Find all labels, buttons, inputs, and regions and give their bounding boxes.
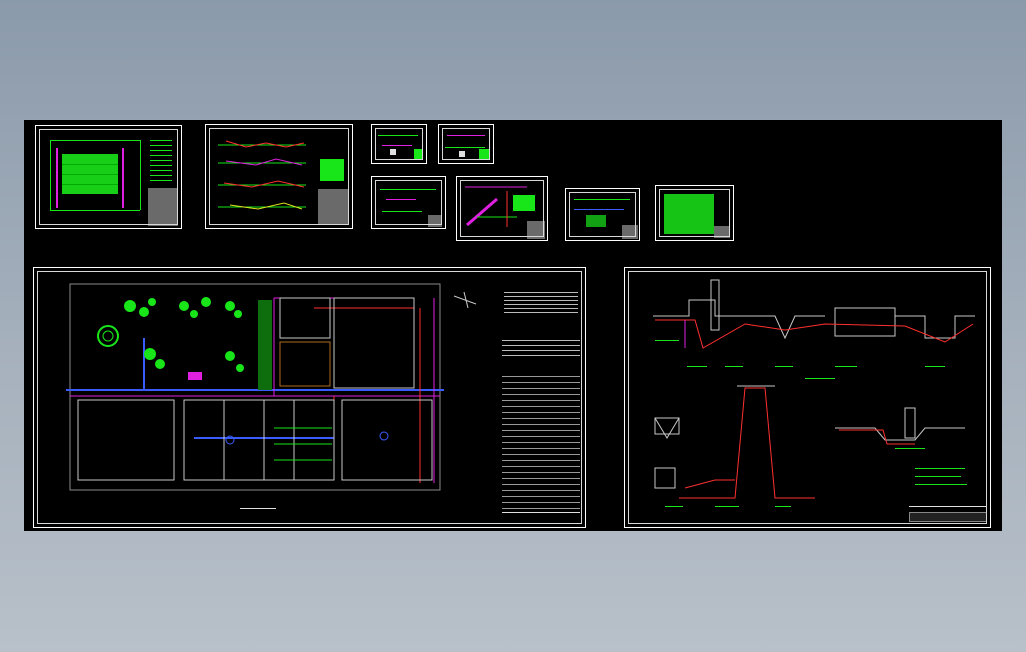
- grid-line: [62, 174, 118, 175]
- sheet-2-pipe-profiles[interactable]: [205, 124, 353, 229]
- detail-lines: [378, 135, 418, 136]
- legend-block: [320, 159, 344, 181]
- detail-lines: [574, 199, 630, 200]
- detail-lines: [445, 147, 485, 148]
- cad-model-space[interactable]: [24, 120, 1002, 531]
- small-table: [502, 340, 580, 360]
- green-hatch-area: [664, 194, 714, 234]
- sheet-7-detail[interactable]: [565, 188, 640, 241]
- outline: [140, 140, 141, 210]
- pipe-line: [574, 209, 624, 210]
- title-block: [502, 512, 580, 513]
- sheet-10-process-profile[interactable]: [624, 267, 991, 528]
- detail-block: [513, 195, 535, 211]
- detail-block: [479, 149, 489, 159]
- drawing-title-underline: [240, 508, 276, 509]
- green-hatch-area: [62, 154, 118, 194]
- title-block: [148, 188, 178, 226]
- sheet-9-general-plan[interactable]: [33, 267, 586, 528]
- detail-drawing: [465, 186, 527, 227]
- equipment: [390, 149, 396, 155]
- detail-block: [586, 215, 606, 227]
- equipment: [459, 151, 465, 157]
- equipment-table: [502, 376, 580, 512]
- sheet-8-detail[interactable]: [655, 185, 734, 241]
- title-block-bar: [909, 512, 987, 522]
- sheet-3-detail[interactable]: [371, 124, 427, 164]
- outline: [50, 140, 140, 141]
- pipe-line: [56, 148, 58, 208]
- site-plan-drawing: [66, 283, 477, 491]
- pipe-line: [122, 148, 124, 208]
- title-block: [318, 189, 348, 225]
- sheet-1-plan-small[interactable]: [35, 125, 182, 229]
- legend-block: [150, 140, 172, 184]
- title-block: [909, 506, 987, 507]
- title-block: [428, 215, 442, 227]
- title-block: [527, 221, 545, 239]
- process-profile-drawing: [653, 279, 975, 507]
- grid-line: [62, 184, 118, 185]
- detail-block: [414, 149, 422, 159]
- detail-lines: [380, 189, 436, 190]
- sheet-4-detail[interactable]: [438, 124, 494, 164]
- pipe-line: [382, 145, 412, 146]
- outline: [50, 210, 140, 211]
- sheet-5-detail[interactable]: [371, 176, 446, 229]
- pipe-line: [447, 135, 485, 136]
- detail-lines: [382, 211, 422, 212]
- sheet-6-detail[interactable]: [456, 176, 548, 241]
- notes-text-block: [504, 292, 578, 314]
- pipe-profile-drawing: [218, 140, 306, 210]
- title-block: [714, 226, 730, 238]
- pipe-line: [386, 199, 416, 200]
- title-block: [622, 225, 638, 239]
- grid-line: [62, 164, 118, 165]
- outline: [50, 140, 51, 210]
